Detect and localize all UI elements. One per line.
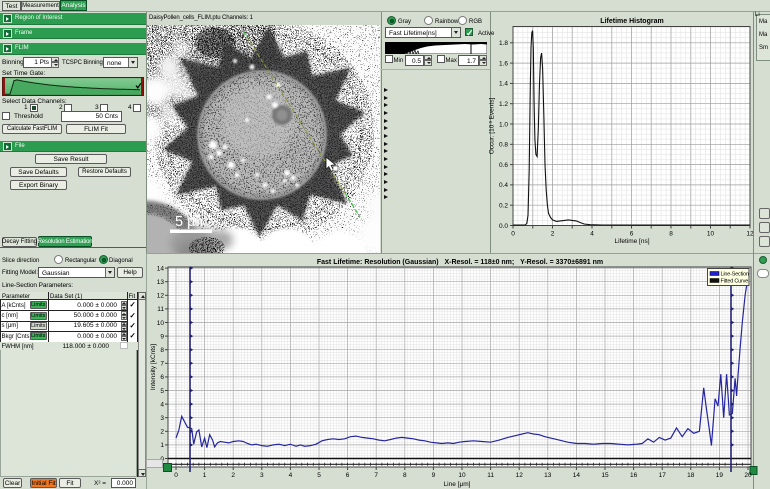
svg-text:Lifetime Histogram: Lifetime Histogram — [600, 18, 663, 25]
svg-text:2: 2 — [551, 231, 555, 238]
svg-text:10: 10 — [157, 320, 165, 327]
svg-text:0.0: 0.0 — [499, 223, 508, 230]
svg-text:6: 6 — [160, 374, 164, 381]
svg-text:0.4: 0.4 — [499, 182, 508, 189]
svg-text:Intensity [kCnts]: Intensity [kCnts] — [150, 344, 157, 390]
svg-text:2: 2 — [160, 429, 164, 436]
svg-text:6: 6 — [346, 472, 350, 479]
svg-text:9: 9 — [432, 472, 436, 479]
svg-text:1.6: 1.6 — [499, 60, 508, 67]
svg-text:4: 4 — [160, 401, 164, 408]
svg-text:20: 20 — [744, 472, 752, 479]
svg-text:0.8: 0.8 — [499, 142, 508, 149]
svg-text:Lifetime [ns]: Lifetime [ns] — [614, 238, 649, 245]
svg-text:0: 0 — [511, 231, 515, 238]
svg-text:14: 14 — [157, 265, 165, 272]
svg-text:8: 8 — [669, 231, 673, 238]
svg-text:6: 6 — [630, 231, 634, 238]
svg-text:0: 0 — [174, 472, 178, 479]
svg-text:3: 3 — [160, 415, 164, 422]
svg-text:16: 16 — [630, 472, 638, 479]
svg-text:14: 14 — [573, 472, 581, 479]
svg-text:8: 8 — [403, 472, 407, 479]
svg-text:12: 12 — [157, 293, 165, 300]
svg-text:13: 13 — [544, 472, 552, 479]
svg-text:1: 1 — [203, 472, 207, 479]
svg-text:7: 7 — [374, 472, 378, 479]
svg-text:11: 11 — [487, 472, 494, 479]
svg-text:0.2: 0.2 — [499, 203, 508, 210]
svg-text:4: 4 — [289, 472, 293, 479]
svg-text:0.6: 0.6 — [499, 162, 508, 169]
svg-text:10: 10 — [458, 472, 466, 479]
svg-text:11: 11 — [157, 306, 164, 313]
svg-text:Line [μm]: Line [μm] — [444, 481, 471, 488]
svg-text:1.4: 1.4 — [499, 81, 508, 88]
svg-text:5: 5 — [317, 472, 321, 479]
svg-text:18: 18 — [687, 472, 695, 479]
svg-text:1.2: 1.2 — [499, 101, 508, 108]
svg-text:9: 9 — [160, 333, 164, 340]
svg-text:5: 5 — [160, 388, 164, 395]
svg-text:Line-Section: Line-Section — [721, 272, 749, 278]
svg-text:Fast Lifetime: Resolution (Gau: Fast Lifetime: Resolution (Gaussian) X-R… — [317, 259, 603, 266]
svg-text:19: 19 — [716, 472, 724, 479]
svg-text:17: 17 — [659, 472, 667, 479]
svg-text:10: 10 — [707, 231, 715, 238]
svg-text:8: 8 — [160, 347, 164, 354]
svg-text:1.8: 1.8 — [499, 40, 508, 47]
svg-text:4: 4 — [590, 231, 594, 238]
svg-text:1.0: 1.0 — [499, 121, 508, 128]
svg-text:13: 13 — [157, 279, 165, 286]
svg-text:5 μm: 5 μm — [175, 214, 208, 230]
svg-text:12: 12 — [516, 472, 524, 479]
svg-text:3: 3 — [260, 472, 264, 479]
svg-text:2: 2 — [231, 472, 235, 479]
svg-text:1: 1 — [160, 442, 164, 449]
svg-text:15: 15 — [601, 472, 609, 479]
svg-text:7: 7 — [160, 361, 164, 368]
svg-text:Fitted Curve: Fitted Curve — [721, 279, 749, 285]
